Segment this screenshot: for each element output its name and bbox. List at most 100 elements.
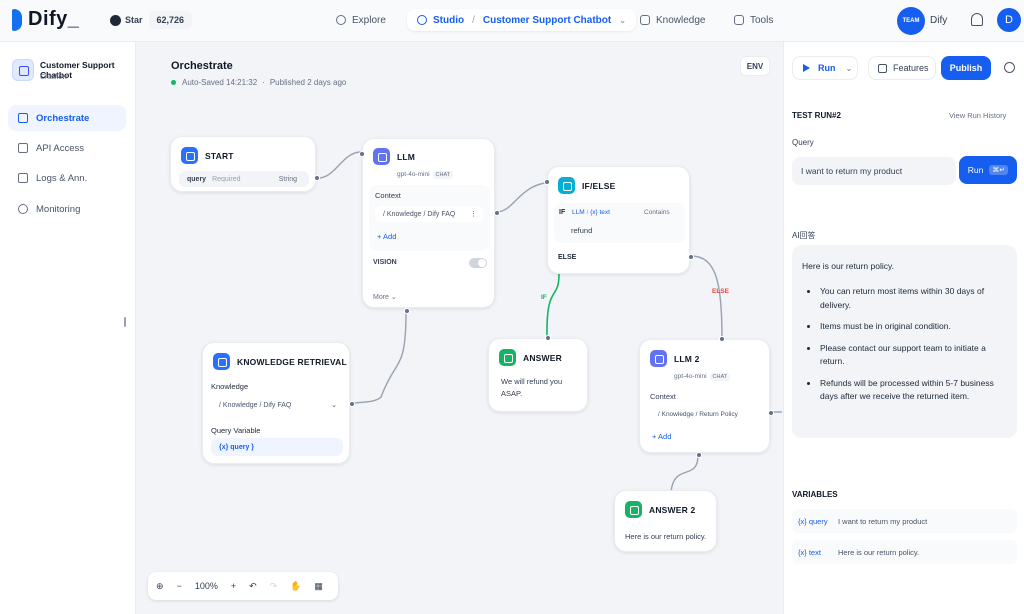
list-item: You can return most items within 30 days…: [802, 285, 1007, 312]
grid-layout-icon[interactable]: ▦: [314, 581, 323, 592]
history-clock-icon[interactable]: [1004, 62, 1015, 73]
zoom-plus-button[interactable]: +: [231, 581, 236, 591]
node-start[interactable]: START query Required String: [170, 136, 320, 192]
llm-vision-toggle[interactable]: [469, 258, 487, 268]
start-variable-row[interactable]: query Required String: [179, 171, 309, 187]
star-count: 62,726: [148, 11, 193, 29]
knowledge-output-handle[interactable]: [349, 401, 355, 407]
app-icon: [12, 59, 34, 81]
llm-more-link[interactable]: More ⌄: [373, 293, 397, 301]
zoom-in-icon[interactable]: ⊕: [156, 581, 164, 592]
wire-else-llm2: [690, 255, 723, 339]
sidebar-app-type: Chatflow: [40, 74, 68, 81]
node-llm2[interactable]: LLM 2 gpt-4o-mini CHAT Context / Knowledg…: [639, 336, 774, 458]
node-answer2[interactable]: ANSWER 2 Here is our return policy.: [614, 490, 717, 552]
start-var-type: String: [278, 175, 297, 183]
node-llm[interactable]: LLM gpt-4o-mini CHAT Context / Knowledge …: [359, 138, 500, 314]
ifelse-var-slash: /: [586, 209, 589, 216]
top-bar: Dify_ Star 62,726 Explore Studio / Custo…: [0, 0, 1024, 42]
nav-knowledge[interactable]: Knowledge: [640, 9, 705, 31]
ifelse-else-handle[interactable]: [688, 254, 694, 260]
llm-icon: [650, 350, 667, 367]
variable-row: {x} query I want to return my product: [792, 509, 1017, 533]
llm-context-value[interactable]: / Knowledge / Dify FAQ ⋮: [375, 206, 483, 222]
knowledge-label: Knowledge: [211, 382, 249, 391]
nav-tools[interactable]: Tools: [734, 9, 773, 31]
query-variable-label: Query Variable: [211, 426, 261, 435]
llm-context-label: Context: [375, 191, 401, 200]
node-answer[interactable]: ANSWER We will refund you ASAP.: [488, 335, 588, 412]
features-button[interactable]: Features: [868, 56, 936, 80]
knowledge-icon: [213, 353, 230, 370]
start-output-handle[interactable]: [314, 175, 320, 181]
nav-studio-label: Studio: [433, 14, 465, 26]
wrench-icon: [734, 15, 744, 25]
nav-studio[interactable]: Studio / Customer Support Chatbot ⌄: [407, 9, 636, 31]
chevron-down-icon[interactable]: ⌄: [846, 64, 853, 73]
node-answer-header: ANSWER: [499, 349, 562, 366]
more-vertical-icon[interactable]: ⋮: [470, 210, 477, 218]
ifelse-input-handle[interactable]: [544, 179, 550, 185]
zoom-level[interactable]: 100%: [195, 581, 218, 591]
node-knowledge-header: KNOWLEDGE RETRIEVAL: [213, 353, 347, 370]
answer-input-handle[interactable]: [545, 335, 551, 341]
sidebar-item-api-access[interactable]: API Access: [8, 135, 126, 161]
llm-add-context-link[interactable]: + Add: [377, 232, 396, 241]
start-var-required: Required: [212, 175, 241, 183]
llm2-context-value[interactable]: / Knowledge / Return Policy: [650, 406, 762, 422]
node-knowledge-retrieval[interactable]: KNOWLEDGE RETRIEVAL Knowledge / Knowledg…: [202, 342, 355, 464]
sliders-icon: [878, 63, 887, 73]
llm2-model[interactable]: gpt-4o-mini CHAT: [674, 370, 731, 381]
logs-icon: [18, 173, 28, 183]
llm-output-handle[interactable]: [494, 210, 500, 216]
undo-icon[interactable]: ↶: [249, 581, 257, 592]
llm-input-handle[interactable]: [359, 151, 365, 157]
sidebar-item-logs[interactable]: Logs & Ann.: [8, 165, 126, 191]
ifelse-var-source: LLM: [572, 209, 585, 216]
sidebar-item-monitoring[interactable]: Monitoring: [8, 196, 126, 222]
node-ifelse[interactable]: IF/ELSE IF LLM / {x} text Contains refun…: [544, 166, 694, 274]
llm2-bottom-handle[interactable]: [696, 452, 702, 458]
user-avatar[interactable]: D: [997, 8, 1021, 32]
query-variable-pill[interactable]: {x} query }: [211, 438, 343, 456]
publish-button[interactable]: Publish: [941, 56, 991, 80]
ifelse-condition[interactable]: IF LLM / {x} text Contains refund: [554, 203, 685, 243]
llm-model[interactable]: gpt-4o-mini CHAT: [397, 168, 454, 179]
view-run-history-link[interactable]: View Run History: [949, 111, 1006, 120]
github-star-button[interactable]: Star 62,726: [104, 10, 193, 30]
query-input[interactable]: I want to return my product: [792, 157, 956, 185]
query-run-button[interactable]: Run ⌘↵: [959, 156, 1017, 184]
terminal-icon: [18, 143, 28, 153]
run-button[interactable]: Run ⌄: [792, 56, 858, 80]
nav-app-name[interactable]: Customer Support Chatbot: [483, 15, 611, 26]
else-branch-label: ELSE: [712, 288, 729, 295]
redo-icon[interactable]: ↷: [270, 581, 278, 592]
branch-icon: [558, 177, 575, 194]
knowledge-select[interactable]: / Knowledge / Dify FAQ ⌄: [211, 396, 343, 414]
bell-icon[interactable]: [971, 13, 983, 26]
chevron-down-icon: ⌄: [390, 294, 397, 301]
dify-logo[interactable]: Dify_: [12, 8, 79, 31]
llm2-output-handle[interactable]: [768, 410, 774, 416]
hand-pan-icon[interactable]: ✋: [290, 581, 301, 592]
answer2-text: Here is our return policy.: [625, 532, 707, 541]
zoom-out-button[interactable]: −: [177, 581, 182, 591]
team-name[interactable]: Dify: [930, 15, 947, 26]
wire-llm2-answer2: [670, 454, 699, 493]
zoom-toolbar: ⊕ − 100% + ↶ ↷ ✋ ▦: [148, 572, 338, 600]
ifelse-var-name: {x} text: [590, 209, 610, 216]
llm2-input-handle[interactable]: [719, 336, 725, 342]
query-input-value: I want to return my product: [801, 166, 903, 176]
left-sidebar: Customer Support Chatbot Chatflow Orches…: [0, 42, 136, 614]
sidebar-collapse-handle[interactable]: [124, 317, 126, 327]
sidebar-item-orchestrate[interactable]: Orchestrate: [8, 105, 126, 131]
llm-bottom-handle[interactable]: [404, 308, 410, 314]
node-llm-title: LLM: [397, 151, 416, 162]
chevron-down-icon[interactable]: ⌄: [619, 16, 626, 25]
nav-explore[interactable]: Explore: [336, 9, 386, 31]
variable-name: {x} query: [792, 517, 838, 526]
team-avatar[interactable]: TEAM: [897, 7, 925, 35]
github-star-label: Star: [104, 14, 149, 26]
llm2-add-context-link[interactable]: + Add: [652, 432, 671, 441]
workflow-canvas[interactable]: Orchestrate Auto-Saved 14:21:32 · Publis…: [136, 42, 783, 614]
